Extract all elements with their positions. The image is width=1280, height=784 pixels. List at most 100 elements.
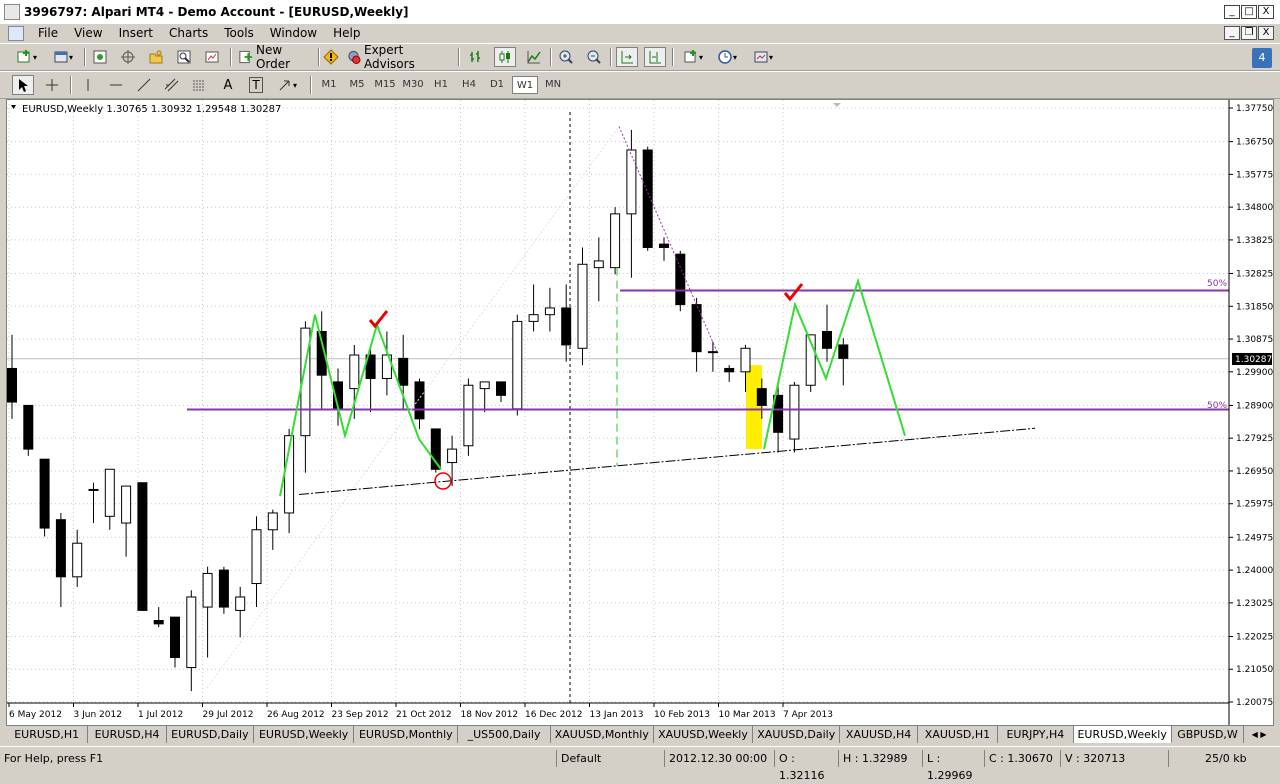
status-help: For Help, press F1 [4, 752, 104, 765]
timeframe-h4[interactable]: H4 [456, 76, 482, 94]
price-tick-label: 1.20075 [1236, 698, 1273, 708]
fib-50-upper-label: 50% [1207, 279, 1227, 289]
status-open: O : 1.32116 [774, 750, 838, 782]
bar-chart-icon[interactable] [466, 47, 486, 67]
menu-window[interactable]: Window [262, 26, 325, 41]
tab-xauusd-monthly[interactable]: XAUUSD,Monthly [551, 726, 654, 743]
timeframe-m30[interactable]: M30 [400, 76, 426, 94]
tab-xauusd-daily[interactable]: XAUUSD,Daily [753, 726, 841, 743]
expert-advisors-button[interactable]: Expert Advisors [346, 43, 452, 71]
menu-items: File View Insert Charts Tools Window Hel… [30, 26, 368, 41]
price-tick-label: 1.21050 [1236, 665, 1273, 675]
new-order-button[interactable]: New Order [238, 43, 316, 71]
zoom-out-icon[interactable] [584, 47, 604, 67]
crosshair-tool-icon[interactable] [42, 75, 62, 95]
tab-eurjpy-h4[interactable]: EURJPY,H4 [998, 726, 1074, 743]
tab-scroll-arrows[interactable]: ◀ ▶ [1244, 726, 1274, 743]
price-tick-label: 1.30875 [1236, 335, 1273, 345]
timeframe-h1[interactable]: H1 [428, 76, 454, 94]
label-tool-icon[interactable]: T [246, 75, 266, 95]
timeframe-mn[interactable]: MN [540, 76, 566, 94]
equidistant-channel-icon[interactable] [160, 75, 182, 95]
time-tick-label: 10 Mar 2013 [719, 710, 776, 720]
document-icon[interactable] [8, 26, 24, 41]
timeframe-m15[interactable]: M15 [372, 76, 398, 94]
indicators-button[interactable]: ▾ [678, 47, 708, 67]
candle [23, 404, 34, 450]
candle [740, 347, 751, 373]
mdi-close-button[interactable]: X [1258, 26, 1274, 40]
price-chart[interactable]: 1.37750 1.36750 1.35775 1.34800 1.33825 1.328… [7, 100, 1273, 725]
candle [756, 388, 767, 406]
text-tool-icon[interactable]: A [218, 75, 238, 95]
menu-tools[interactable]: Tools [216, 26, 262, 41]
crosshair-icon[interactable] [118, 47, 138, 67]
close-button[interactable]: X [1258, 5, 1274, 19]
minimize-button[interactable]: _ [1224, 5, 1240, 19]
price-tick-label: 1.36750 [1236, 138, 1273, 148]
autoscroll-icon[interactable] [616, 47, 638, 67]
tab-us500-daily[interactable]: _US500,Daily [458, 726, 551, 743]
menu-view[interactable]: View [66, 26, 110, 41]
timeframe-d1[interactable]: D1 [484, 76, 510, 94]
trendline-icon[interactable] [134, 75, 154, 95]
vertical-line-icon[interactable] [78, 75, 98, 95]
line-chart-icon[interactable] [524, 47, 544, 67]
tab-eurusd-weekly[interactable]: EURUSD,Weekly [254, 726, 355, 743]
status-bar: For Help, press F1 Default 2012.12.30 00… [0, 746, 1280, 782]
scroll-marker-icon [833, 103, 841, 107]
candlestick-icon[interactable] [494, 47, 516, 67]
fibonacci-icon[interactable] [188, 75, 210, 95]
cursor-icon[interactable] [12, 75, 34, 95]
tab-xauusd-weekly[interactable]: XAUUSD,Weekly [654, 726, 754, 743]
candle [39, 458, 50, 529]
timeframe-w1[interactable]: W1 [512, 76, 538, 94]
app-icon[interactable] [4, 4, 20, 20]
time-tick-label: 18 Nov 2012 [461, 710, 519, 720]
candle [186, 596, 197, 669]
profiles-button[interactable]: ▾ [48, 47, 78, 67]
tab-eurusd-h1[interactable]: EURUSD,H1 [6, 726, 89, 743]
horizontal-line-icon[interactable] [106, 75, 126, 95]
timeframe-m1[interactable]: M1 [316, 76, 342, 94]
tab-gbpusd-w[interactable]: GBPUSD,W [1172, 726, 1245, 743]
candle [7, 367, 17, 403]
new-chart-button[interactable]: ▾ [12, 47, 42, 67]
tab-eurusd-h4[interactable]: EURUSD,H4 [88, 726, 167, 743]
price-tick-label: 1.37750 [1236, 104, 1273, 114]
candle [479, 381, 490, 390]
tab-xauusd-h4[interactable]: XAUUSD,H4 [840, 726, 918, 743]
templates-button[interactable]: ▾ [748, 47, 778, 67]
terminal-icon[interactable] [174, 47, 194, 67]
menu-insert[interactable]: Insert [111, 26, 161, 41]
candle [447, 448, 458, 464]
notification-badge[interactable]: 4 [1252, 48, 1272, 68]
metaeditor-icon[interactable] [322, 47, 340, 67]
maximize-button[interactable]: □ [1241, 5, 1257, 19]
tab-eurusd-daily[interactable]: EURUSD,Daily [167, 726, 255, 743]
arrows-tool-button[interactable]: ▾ [272, 75, 302, 95]
menu-file[interactable]: File [30, 26, 66, 41]
mdi-minimize-button[interactable]: _ [1224, 26, 1240, 40]
menu-charts[interactable]: Charts [161, 26, 216, 41]
timeframe-m5[interactable]: M5 [344, 76, 370, 94]
candle [822, 330, 832, 349]
periods-button[interactable]: ▾ [712, 47, 742, 67]
candle [218, 569, 229, 608]
navigator-icon[interactable] [146, 47, 166, 67]
tester-icon[interactable] [202, 47, 222, 67]
chart-window[interactable]: 1.37750 1.36750 1.35775 1.34800 1.33825 1.328… [6, 99, 1274, 726]
tab-eurusd-monthly[interactable]: EURUSD,Monthly [354, 726, 459, 743]
tab-eurusd-weekly-active[interactable]: EURUSD,Weekly [1073, 726, 1172, 743]
chart-shift-icon[interactable] [644, 47, 666, 67]
menu-help[interactable]: Help [325, 26, 368, 41]
candle [349, 354, 360, 390]
label-tool-label: T [249, 77, 263, 93]
check-mark-icon [783, 283, 804, 302]
zoom-in-icon[interactable] [556, 47, 576, 67]
candle [72, 542, 83, 578]
market-watch-icon[interactable] [90, 47, 110, 67]
mdi-restore-button[interactable]: ❐ [1241, 26, 1257, 40]
faint-diagonal [206, 126, 620, 689]
tab-xauusd-h1[interactable]: XAUUSD,H1 [918, 726, 999, 743]
